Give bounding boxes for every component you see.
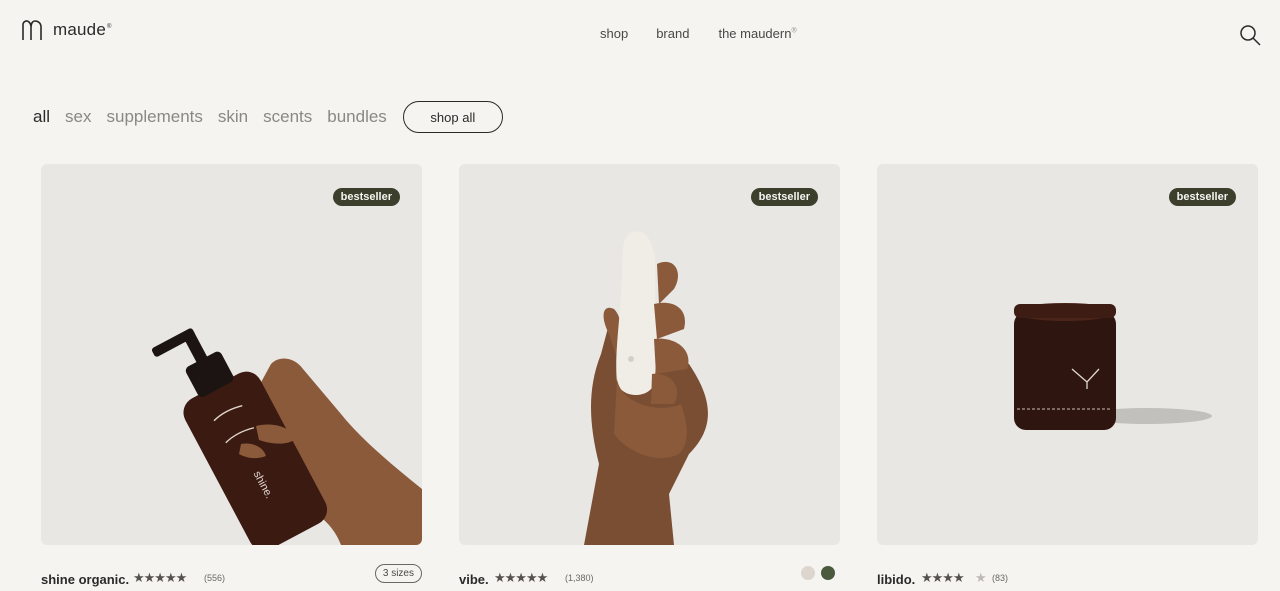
search-icon[interactable]	[1238, 23, 1262, 47]
filter-supplements[interactable]: supplements	[106, 107, 202, 127]
product-info: vibe. ★★★★★ (1,380)	[459, 564, 840, 591]
review-count[interactable]: (1,380)	[565, 573, 594, 583]
product-info: libido. ★★★★ ★ (83)	[877, 564, 1258, 591]
color-swatch-green[interactable]	[821, 566, 835, 580]
review-count[interactable]: (556)	[204, 573, 225, 583]
product-info: shine organic. ★★★★★ (556) 3 sizes	[41, 564, 422, 591]
main-nav: shop brand the maudern®	[600, 26, 797, 41]
filter-bundles[interactable]: bundles	[327, 107, 387, 127]
color-swatch-light[interactable]	[801, 566, 815, 580]
product-image[interactable]: bestseller	[877, 164, 1258, 545]
product-card-libido[interactable]: bestseller libido. ★★★★ ★ (83)	[877, 164, 1258, 587]
filter-skin[interactable]: skin	[218, 107, 248, 127]
filter-scents[interactable]: scents	[263, 107, 312, 127]
nav-brand[interactable]: brand	[656, 26, 689, 41]
nav-shop[interactable]: shop	[600, 26, 628, 41]
review-count[interactable]: (83)	[992, 573, 1008, 583]
product-image[interactable]: bestseller	[459, 164, 840, 545]
lube-bottle-in-hand-image: shine.	[151, 328, 422, 545]
shop-all-button[interactable]: shop all	[402, 101, 503, 133]
filter-sex[interactable]: sex	[65, 107, 91, 127]
site-header: maude® shop brand the maudern®	[0, 0, 1280, 68]
category-filters: all sex supplements skin scents bundles …	[33, 101, 503, 133]
brand-name: maude®	[53, 20, 112, 39]
rating-stars: ★★★★	[921, 570, 965, 585]
vibrator-in-hand-image	[584, 231, 708, 545]
sizes-option-pill[interactable]: 3 sizes	[374, 564, 422, 583]
product-name[interactable]: libido.	[877, 572, 915, 587]
bestseller-badge: bestseller	[750, 188, 818, 206]
filter-all[interactable]: all	[33, 107, 50, 127]
nav-the-maudern[interactable]: the maudern®	[718, 26, 796, 41]
product-name[interactable]: vibe.	[459, 572, 489, 587]
product-image[interactable]: shine. bestseller	[41, 164, 422, 545]
rating-stars: ★★★★★	[133, 570, 187, 585]
half-star-icon: ★	[975, 570, 987, 585]
maude-logo-icon	[22, 20, 42, 40]
rating-stars: ★★★★★	[494, 570, 548, 585]
logo[interactable]: maude®	[21, 19, 112, 41]
product-card-shine-organic[interactable]: shine. bestseller shine organic. ★★★★★ (…	[41, 164, 422, 587]
supplement-jar-image	[1014, 303, 1212, 430]
product-card-vibe[interactable]: bestseller vibe. ★★★★★ (1,380)	[459, 164, 840, 587]
bestseller-badge: bestseller	[1168, 188, 1236, 206]
product-name[interactable]: shine organic.	[41, 572, 129, 587]
bestseller-badge: bestseller	[332, 188, 400, 206]
